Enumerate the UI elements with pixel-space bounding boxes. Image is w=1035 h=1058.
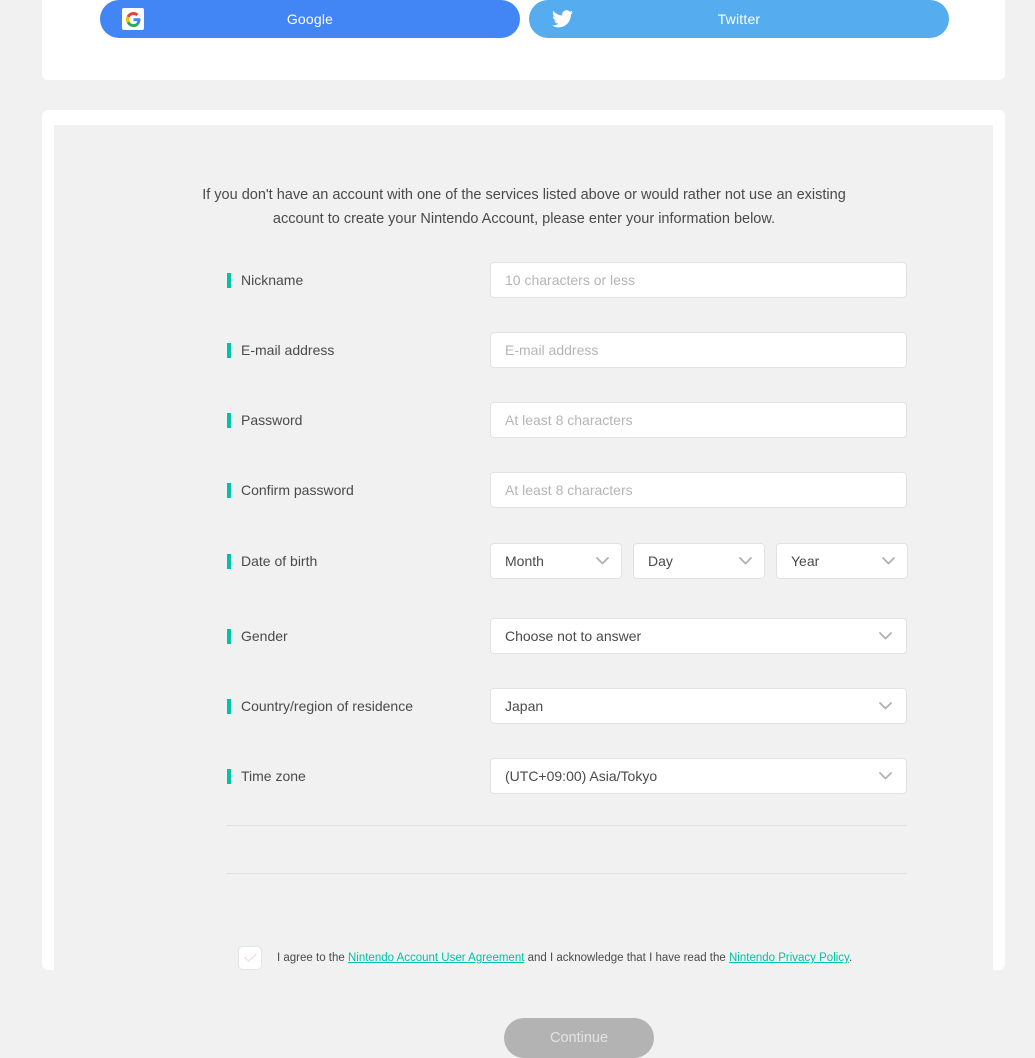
gender-label-wrap: Gender [227,628,490,644]
confirm-password-label: Confirm password [241,482,354,498]
field-row-timezone: Time zone (UTC+09:00) Asia/Tokyo [227,758,907,794]
registration-panel: If you don't have an account with one of… [54,125,993,1058]
confirm-password-placeholder: At least 8 characters [505,482,633,498]
country-value: Japan [505,698,544,714]
twitter-signin-button[interactable]: Twitter [529,0,949,38]
field-row-country: Country/region of residence Japan [227,688,907,724]
field-row-confirm-password: Confirm password At least 8 characters [227,472,907,508]
nickname-placeholder: 10 characters or less [505,272,635,288]
gender-value: Choose not to answer [505,628,642,644]
chevron-down-icon [879,632,892,640]
email-label: E-mail address [241,342,335,358]
field-row-date-of-birth: Date of birth Month Day Year [227,543,908,579]
dob-month-select[interactable]: Month [490,543,622,579]
chevron-down-icon [879,772,892,780]
field-row-email: E-mail address E-mail address [227,332,907,368]
chevron-down-icon [879,702,892,710]
agreement-text-before: I agree to the [277,952,348,964]
timezone-label-wrap: Time zone [227,768,490,784]
confirm-password-label-wrap: Confirm password [227,482,490,498]
check-icon [243,953,257,962]
password-placeholder: At least 8 characters [505,412,633,428]
timezone-value: (UTC+09:00) Asia/Tokyo [505,768,658,784]
user-agreement-link[interactable]: Nintendo Account User Agreement [348,952,524,964]
email-placeholder: E-mail address [505,342,599,358]
google-signin-label: Google [286,11,334,27]
twitter-signin-label: Twitter [717,11,761,27]
required-marker-icon [227,342,231,358]
required-marker-icon [227,553,231,569]
dob-select-group: Month Day Year [490,543,908,579]
dob-label: Date of birth [241,553,318,569]
dob-month-value: Month [505,553,544,569]
required-marker-icon [227,482,231,498]
google-icon [122,8,144,30]
field-row-password: Password At least 8 characters [227,402,907,438]
nickname-input[interactable]: 10 characters or less [490,262,907,298]
agreement-text-middle: and I acknowledge that I have read the [524,952,729,964]
chevron-down-icon [596,557,609,565]
agreement-divider-top [227,825,907,826]
agreement-checkbox[interactable] [238,946,262,970]
required-marker-icon [227,628,231,644]
dob-day-value: Day [648,553,673,569]
gender-label: Gender [241,628,288,644]
privacy-policy-link[interactable]: Nintendo Privacy Policy [729,952,849,964]
nickname-label-wrap: Nickname [227,272,490,288]
timezone-select[interactable]: (UTC+09:00) Asia/Tokyo [490,758,907,794]
chevron-down-icon [882,557,895,565]
social-signin-card: Google Twitter [42,0,1005,80]
continue-button[interactable]: Continue [504,1018,654,1058]
confirm-password-input[interactable]: At least 8 characters [490,472,907,508]
nickname-label: Nickname [241,272,304,288]
dob-day-select[interactable]: Day [633,543,765,579]
password-label-wrap: Password [227,412,490,428]
field-row-nickname: Nickname 10 characters or less [227,262,907,298]
google-signin-button[interactable]: Google [100,0,520,38]
chevron-down-icon [739,557,752,565]
required-marker-icon [227,412,231,428]
agreement-divider-bottom [227,873,907,874]
twitter-icon [551,8,573,30]
password-input[interactable]: At least 8 characters [490,402,907,438]
timezone-label: Time zone [241,768,306,784]
required-marker-icon [227,768,231,784]
required-marker-icon [227,272,231,288]
country-label-wrap: Country/region of residence [227,698,490,714]
country-label: Country/region of residence [241,698,413,714]
country-select[interactable]: Japan [490,688,907,724]
agreement-text-after: . [848,952,853,964]
intro-text: If you don't have an account with one of… [202,187,846,227]
registration-card: If you don't have an account with one of… [42,110,1005,1058]
dob-year-select[interactable]: Year [776,543,908,579]
dob-label-wrap: Date of birth [227,553,490,569]
gender-select[interactable]: Choose not to answer [490,618,907,654]
email-label-wrap: E-mail address [227,342,490,358]
agreement-text: I agree to the Nintendo Account User Agr… [277,950,852,966]
social-button-row: Google Twitter [100,0,949,38]
dob-year-value: Year [791,553,820,569]
password-label: Password [241,412,303,428]
field-row-gender: Gender Choose not to answer [227,618,907,654]
email-input[interactable]: E-mail address [490,332,907,368]
agreement-row: I agree to the Nintendo Account User Agr… [238,946,908,970]
required-marker-icon [227,698,231,714]
